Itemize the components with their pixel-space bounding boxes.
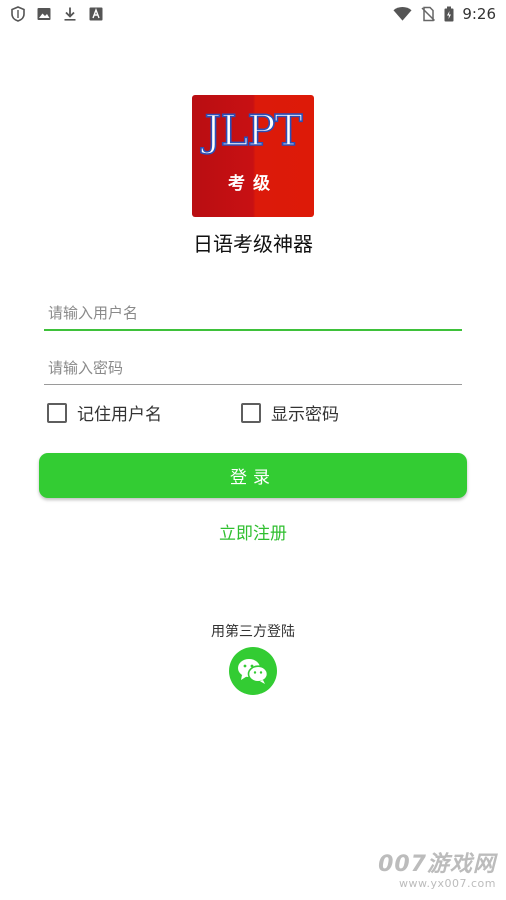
status-time: 9:26	[462, 5, 496, 23]
status-bar-left	[10, 6, 104, 22]
logo-subtitle: 考级	[228, 174, 278, 194]
watermark-url: www.yx007.com	[399, 877, 496, 890]
remember-username-label: 记住用户名	[77, 405, 162, 425]
watermark-title: 007游戏网	[378, 852, 496, 877]
wechat-login-button[interactable]	[229, 647, 277, 695]
password-input[interactable]	[44, 351, 462, 385]
remember-username-checkbox[interactable]: 记住用户名	[47, 400, 162, 425]
image-icon	[37, 8, 51, 20]
login-screen: 9:26 JLPT 考级 日语考级神器 记住用户名 显示密码 登录 立即注册 用…	[0, 0, 506, 900]
register-link[interactable]: 立即注册	[0, 519, 506, 544]
username-input[interactable]	[44, 297, 462, 331]
login-button[interactable]: 登录	[39, 453, 467, 498]
app-logo: JLPT 考级	[192, 95, 314, 217]
no-sim-icon	[421, 6, 436, 22]
checkbox-box[interactable]	[47, 402, 67, 423]
app-name: 日语考级神器	[193, 232, 313, 256]
watermark: 007游戏网 www.yx007.com	[378, 852, 496, 891]
checkbox-box[interactable]	[241, 402, 261, 423]
shield-icon	[11, 6, 25, 22]
logo-title: JLPT	[204, 106, 304, 155]
third-party-login-label: 用第三方登陆	[211, 624, 295, 640]
download-icon	[64, 7, 76, 21]
status-bar-right: 9:26	[393, 5, 496, 23]
wechat-icon	[238, 659, 269, 684]
wifi-icon	[393, 6, 412, 21]
status-bar: 9:26	[0, 0, 506, 28]
show-password-label: 显示密码	[271, 405, 339, 425]
font-icon	[89, 7, 103, 21]
battery-icon	[444, 6, 454, 22]
show-password-checkbox[interactable]: 显示密码	[241, 400, 339, 425]
